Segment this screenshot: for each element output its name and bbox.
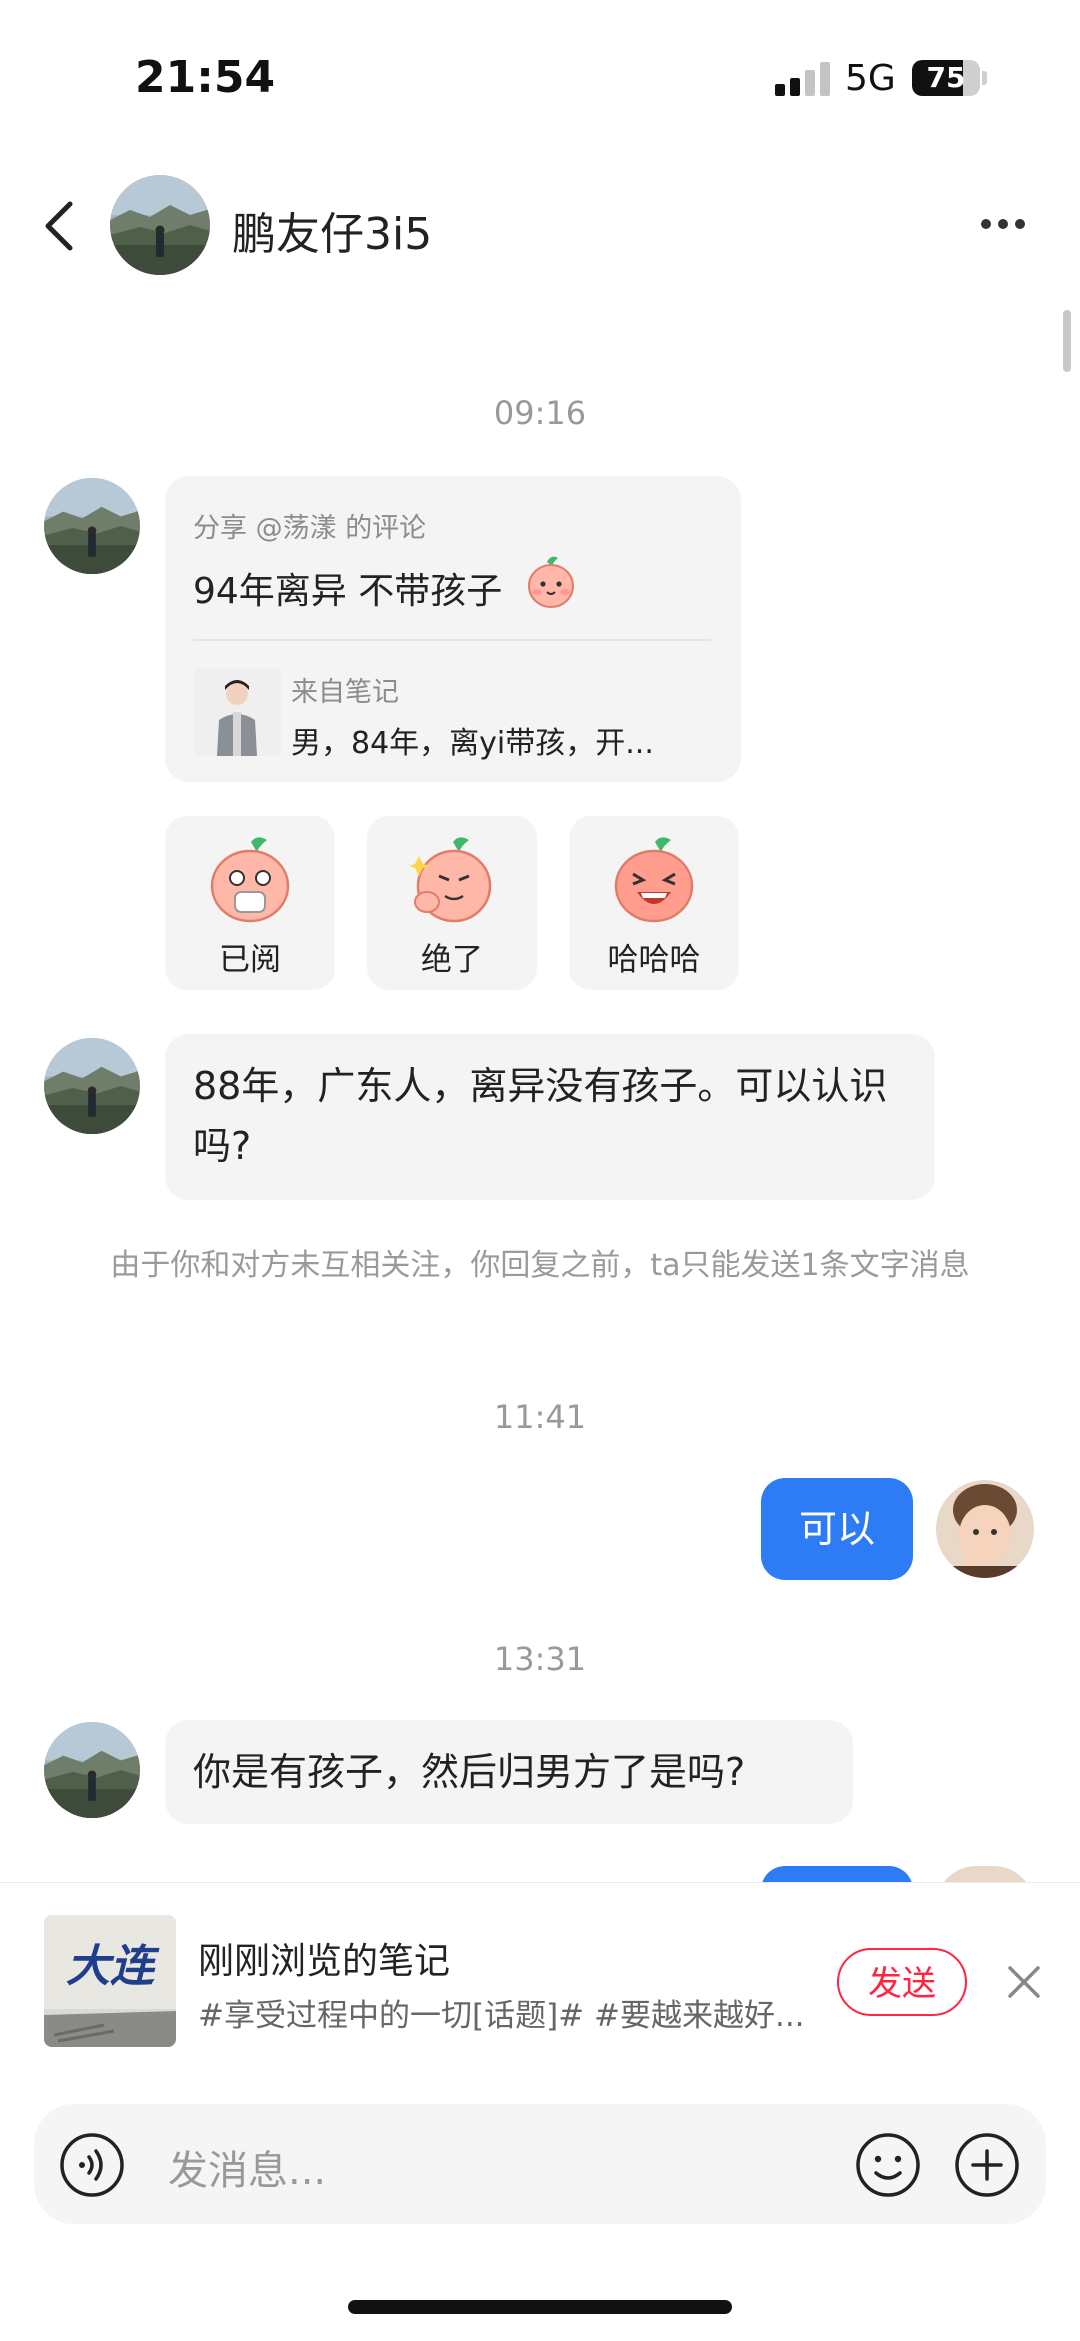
peach-laugh-emoji-icon <box>614 837 694 923</box>
note-title[interactable]: 男，84年，离yi带孩，开... <box>291 718 654 762</box>
battery-tip <box>982 71 987 85</box>
reaction-label: 哈哈哈 <box>607 942 701 978</box>
note-source-label: 来自笔记 <box>291 677 399 708</box>
emoji-icon[interactable] <box>854 2131 922 2199</box>
more-icon[interactable] <box>980 218 1026 230</box>
share-source-line: 分享 @荡漾 的评论 <box>193 506 426 545</box>
contact-name[interactable]: 鹏友仔3i5 <box>232 198 432 262</box>
shared-comment-card[interactable]: 分享 @荡漾 的评论 94年离异 不带孩子 来自笔记 男，84年，离yi带孩，开… <box>165 476 741 782</box>
timestamp: 11:41 <box>493 1398 587 1436</box>
voice-icon[interactable] <box>58 2131 126 2199</box>
plus-icon[interactable] <box>953 2131 1021 2199</box>
incoming-message-text: 你是有孩子，然后归男方了是吗? <box>193 1750 746 1794</box>
recent-note-title: 刚刚浏览的笔记 <box>198 1941 451 1982</box>
recent-note-tags: #享受过程中的一切[话题]# #要越来越好... <box>198 1998 805 2034</box>
divider <box>193 639 711 641</box>
sender-avatar[interactable] <box>44 1722 140 1818</box>
peach-emoji-icon <box>528 556 574 608</box>
note-thumbnail[interactable] <box>193 668 281 756</box>
cellular-signal-icon <box>775 62 831 96</box>
incoming-message-text: 88年，广东人，离异没有孩子。可以认识吗? <box>193 1064 888 1168</box>
peach-thumbs-emoji-icon <box>409 837 492 923</box>
my-avatar[interactable] <box>936 1480 1034 1578</box>
battery-icon: 75 <box>912 60 980 96</box>
timestamp: 13:31 <box>493 1640 587 1678</box>
recent-note-thumbnail[interactable]: 大连 <box>44 1915 176 2047</box>
sender-avatar[interactable] <box>44 478 140 574</box>
close-icon[interactable] <box>1004 1962 1044 2002</box>
share-mention[interactable]: @荡漾 <box>256 513 337 544</box>
outgoing-message[interactable]: 可以 <box>761 1478 913 1580</box>
shared-comment-text: 94年离异 不带孩子 <box>193 571 503 612</box>
peach-read-emoji-icon <box>210 837 290 923</box>
reaction-haha[interactable]: 哈哈哈 <box>569 816 739 990</box>
sender-avatar[interactable] <box>44 1038 140 1134</box>
send-note-button[interactable]: 发送 <box>837 1948 967 2016</box>
message-input[interactable]: 发消息... <box>168 2138 326 2196</box>
back-icon[interactable] <box>38 198 82 254</box>
thumb-lettering: 大连 <box>66 1941 160 1992</box>
battery-level: 75 <box>926 61 966 94</box>
reaction-label: 已阅 <box>219 942 281 978</box>
network-type: 5G <box>845 58 896 99</box>
home-indicator[interactable] <box>348 2300 732 2314</box>
incoming-message[interactable]: 88年，广东人，离异没有孩子。可以认识吗? <box>165 1034 935 1200</box>
share-suffix: 的评论 <box>345 513 427 544</box>
share-prefix: 分享 <box>193 513 247 544</box>
system-notice: 由于你和对方未互相关注，你回复之前，ta只能发送1条文字消息 <box>110 1248 970 1283</box>
reaction-read[interactable]: 已阅 <box>165 816 335 990</box>
reaction-awesome[interactable]: 绝了 <box>367 816 537 990</box>
incoming-message[interactable]: 你是有孩子，然后归男方了是吗? <box>165 1720 853 1824</box>
timestamp: 09:16 <box>493 394 587 432</box>
reaction-label: 绝了 <box>421 942 483 978</box>
contact-avatar[interactable] <box>110 175 210 275</box>
scrollbar[interactable] <box>1063 310 1071 372</box>
status-time: 21:54 <box>135 52 276 103</box>
